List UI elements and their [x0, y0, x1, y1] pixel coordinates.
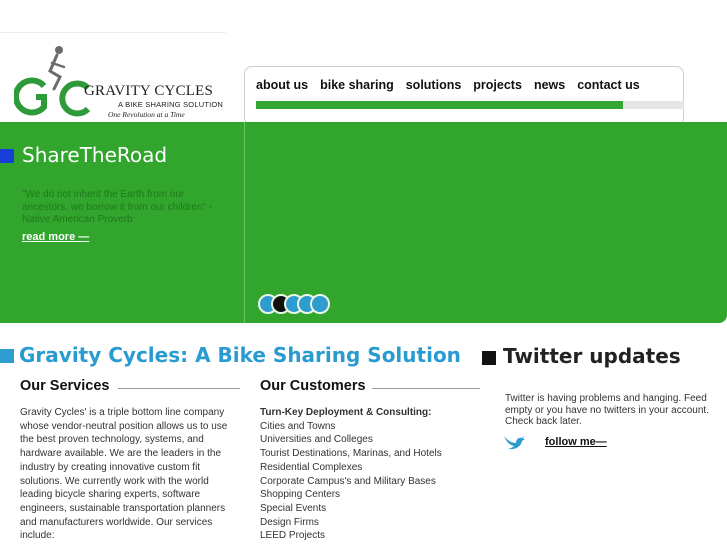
services-heading: Our Services [20, 378, 110, 394]
customers-heading: Our Customers [260, 378, 366, 394]
twitter-message: Twitter is having problems and hanging. … [505, 393, 709, 428]
customers-heading-rule [372, 388, 480, 389]
follow-me-link[interactable]: follow me— [545, 436, 607, 448]
list-item: Corporate Campus's and Military Bases [260, 475, 436, 487]
services-heading-rule [118, 388, 240, 389]
nav-item-projects[interactable]: projects [473, 78, 522, 92]
nav-container [244, 66, 684, 126]
logo[interactable]: GRAVITY CYCLES A BIKE SHARING SOLUTION O… [0, 32, 226, 122]
logo-tagline: One Revolution at a Time [108, 110, 185, 119]
nav-item-about-us[interactable]: about us [256, 78, 308, 92]
list-item: Tourist Destinations, Marinas, and Hotel… [260, 448, 442, 460]
nav-item-contact-us[interactable]: contact us [577, 78, 640, 92]
nav-item-solutions[interactable]: solutions [406, 78, 462, 92]
logo-title: GRAVITY CYCLES [84, 83, 214, 99]
page-title: Gravity Cycles: A Bike Sharing Solution [19, 343, 461, 367]
list-item: Cities and Towns [260, 420, 336, 432]
customers-list: Turn-Key Deployment & Consulting: Cities… [260, 406, 480, 543]
slide-dot-5[interactable] [310, 294, 330, 314]
main-nav: about us bike sharing solutions projects… [256, 78, 652, 92]
customers-lead: Turn-Key Deployment & Consulting: [260, 407, 432, 418]
slideshow-pager [258, 294, 330, 314]
nav-item-news[interactable]: news [534, 78, 565, 92]
list-item: Shopping Centers [260, 489, 341, 501]
nav-accent-bar-tail [623, 101, 684, 109]
gravity-cycles-logo-icon [14, 46, 91, 117]
nav-accent-bar [256, 101, 623, 109]
main-title-square-icon [0, 349, 14, 363]
hero-title-square-icon [0, 149, 14, 163]
read-more-link[interactable]: read more — [22, 231, 89, 243]
list-item: LEED Projects [260, 530, 326, 542]
list-item: Universities and Colleges [260, 434, 373, 446]
hero-title: ShareTheRoad [22, 143, 168, 167]
hero-slideshow [244, 122, 727, 323]
twitter-bird-icon [504, 436, 525, 450]
nav-item-bike-sharing[interactable]: bike sharing [320, 78, 394, 92]
twitter-title: Twitter updates [503, 344, 681, 368]
logo-subtitle: A BIKE SHARING SOLUTION [118, 100, 224, 109]
services-text: Gravity Cycles' is a triple bottom line … [20, 407, 228, 542]
hero-quote: "We do not inherit the Earth from our an… [22, 189, 213, 225]
list-item: Special Events [260, 502, 327, 514]
list-item: Design Firms [260, 516, 319, 528]
list-item: Residential Complexes [260, 461, 363, 473]
twitter-title-square-icon [482, 351, 496, 365]
